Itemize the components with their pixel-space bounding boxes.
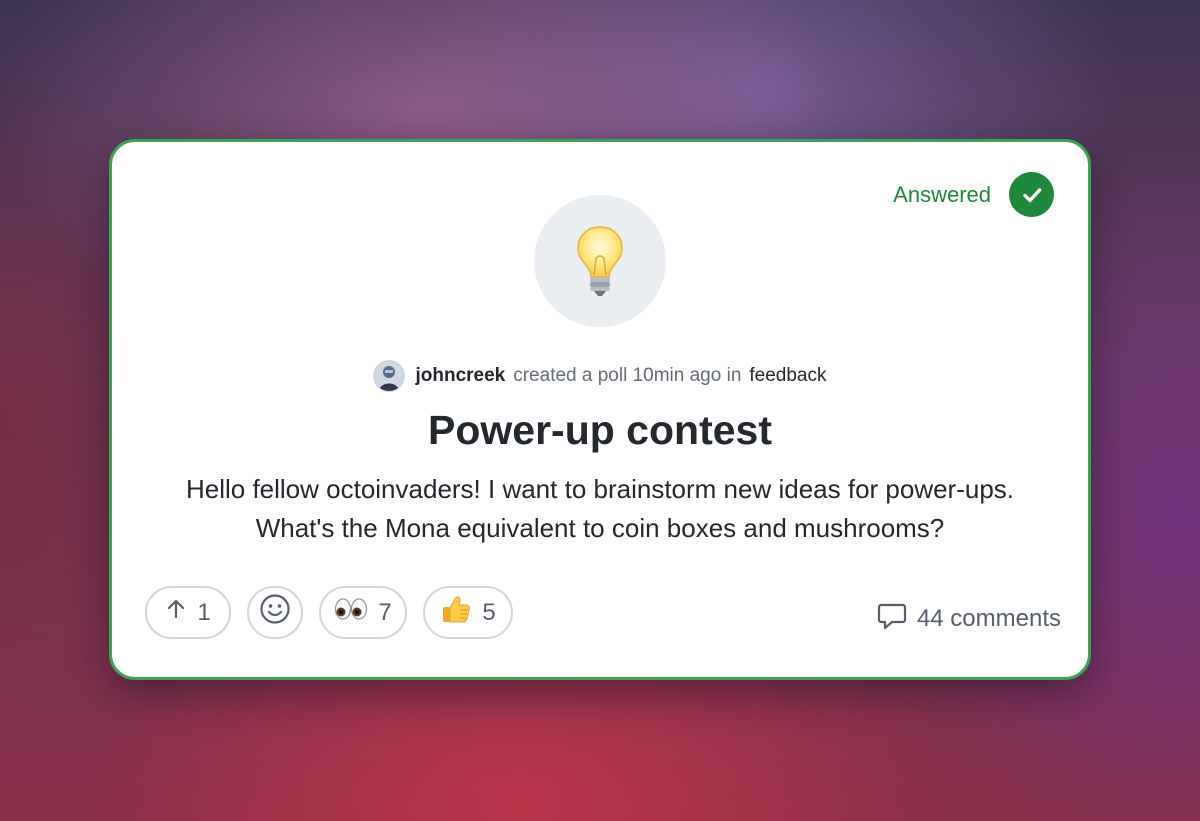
eyes-reaction-button[interactable]: 7 — [319, 586, 407, 639]
answered-status: Answered — [893, 172, 1054, 217]
discussion-meta: johncreek created a poll 10min ago in fe… — [112, 360, 1088, 392]
eyes-count: 7 — [378, 598, 392, 626]
comments-label: 44 comments — [916, 604, 1061, 632]
arrow-up-icon — [165, 598, 187, 627]
eyes-icon — [334, 597, 368, 628]
reactions-bar: 1 7 5 — [145, 586, 513, 639]
check-circle-icon — [1009, 172, 1054, 217]
thumbs-up-count: 5 — [482, 598, 496, 626]
discussion-body: Hello fellow octoinvaders! I want to bra… — [185, 474, 1015, 543]
upvote-count: 1 — [197, 598, 211, 626]
thumbs-up-icon — [440, 593, 472, 632]
upvote-button[interactable]: 1 — [145, 586, 231, 639]
light-bulb-icon — [577, 226, 623, 296]
answered-label: Answered — [893, 181, 991, 207]
comments-link[interactable]: 44 comments — [877, 600, 1061, 637]
smiley-icon — [259, 593, 291, 632]
author-link[interactable]: johncreek — [415, 365, 505, 387]
comment-icon — [877, 600, 907, 637]
thumbs-up-reaction-button[interactable]: 5 — [423, 586, 513, 639]
discussion-card[interactable]: Answered johncreek created a poll 10min … — [109, 139, 1091, 680]
discussion-emoji — [534, 195, 666, 327]
discussion-title[interactable]: Power-up contest — [112, 407, 1088, 454]
action-text: created a poll 10min ago in — [513, 365, 742, 386]
avatar[interactable] — [373, 360, 406, 392]
category-link[interactable]: feedback — [749, 365, 826, 387]
add-reaction-button[interactable] — [247, 586, 303, 639]
